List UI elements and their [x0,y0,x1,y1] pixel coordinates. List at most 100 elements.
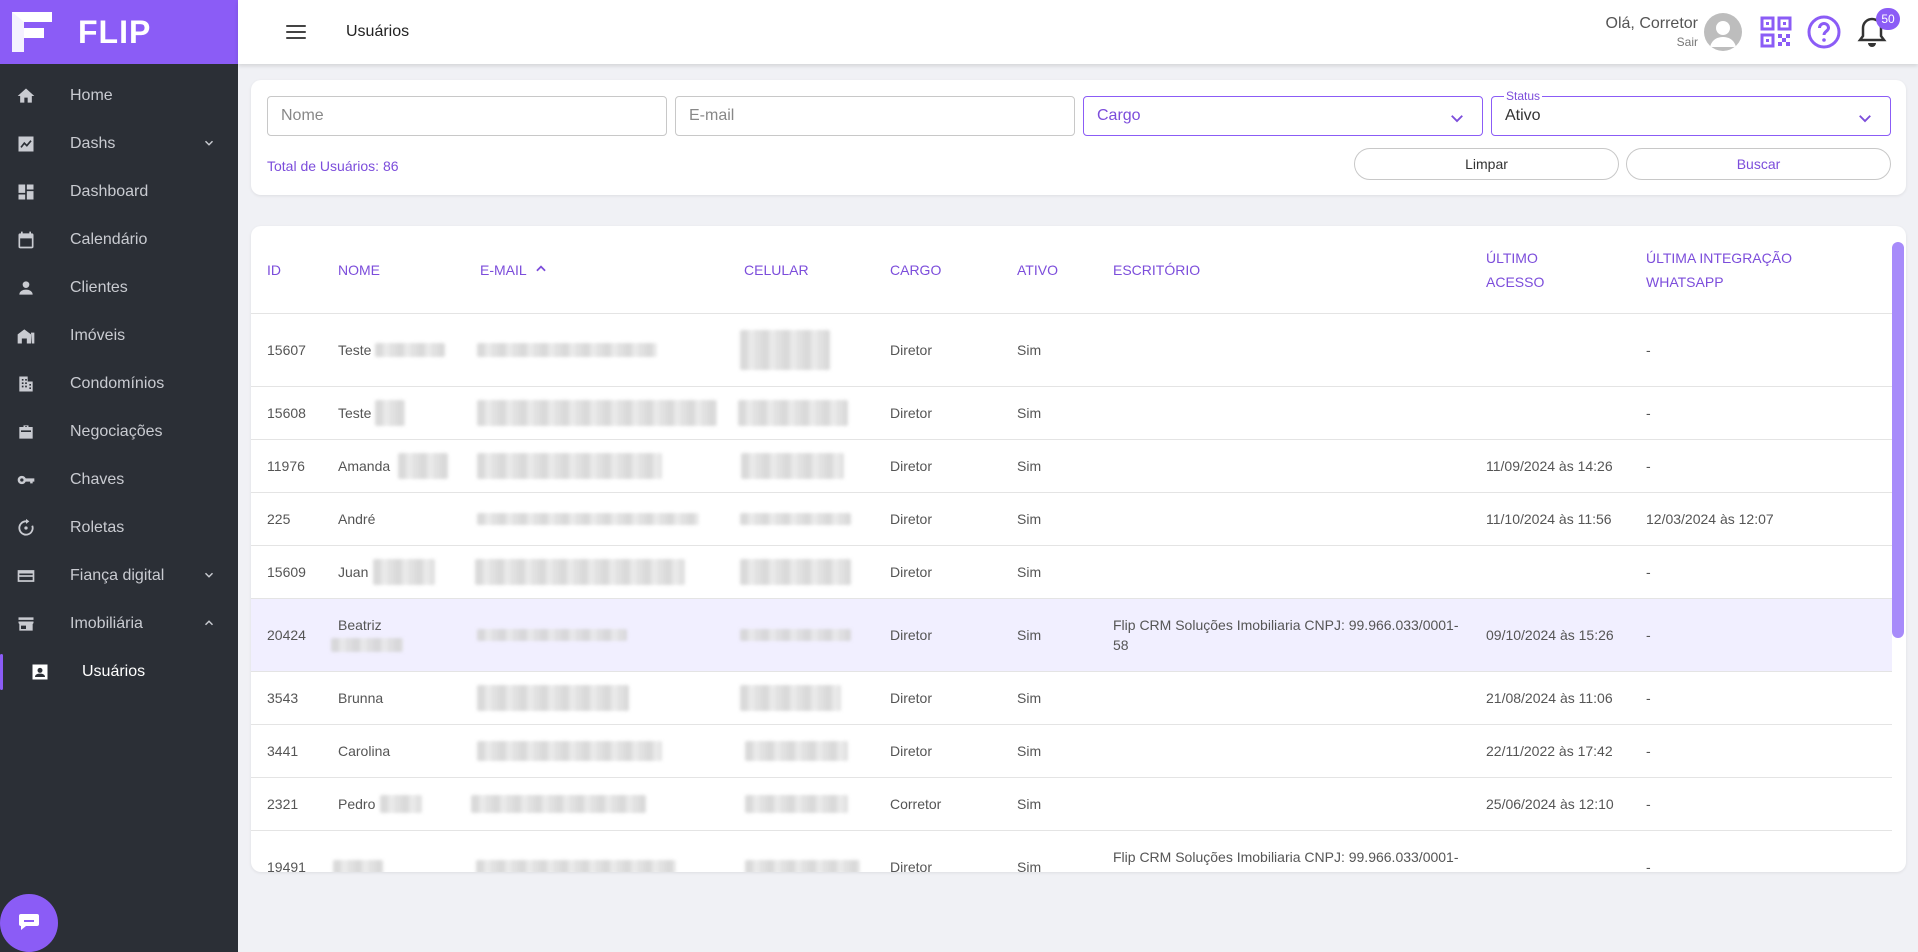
sidebar-item-dashboard[interactable]: Dashboard [0,168,238,216]
sidebar-item-dashs[interactable]: Dashs [0,120,238,168]
sidebar: FLIP Home Dashs Dashboard Calendário Cli… [0,0,238,952]
sidebar-item-home[interactable]: Home [0,72,238,120]
redacted-email [477,741,662,761]
table-row[interactable]: 20424 Beatriz Diretor Sim Flip CRM Soluç… [251,599,1892,672]
cell-id: 19491 [267,859,306,872]
redacted-text [375,400,405,426]
sidebar-item-label: Dashboard [70,183,149,200]
redacted-email [476,860,676,872]
sidebar-item-condominios[interactable]: Condomínios [0,360,238,408]
cell-nome: Carolina [338,743,391,759]
logout-link[interactable]: Sair [1606,35,1698,49]
greeting-text: Olá, Corretor [1605,15,1698,32]
cell-escritorio: Flip CRM Soluções Imobiliaria CNPJ: 99.9… [1113,617,1459,653]
briefcase-icon [16,422,36,442]
sidebar-item-label: Fiança digital [70,567,165,584]
sidebar-item-imobiliaria[interactable]: Imobiliária [0,600,238,648]
table-row[interactable]: 3543 Brunna Diretor Sim 21/08/2024 às 11… [251,672,1892,725]
table-row[interactable]: 3441 Carolina Diretor Sim 22/11/2022 às … [251,725,1892,778]
cell-whatsapp: - [1646,458,1651,474]
cell-ultimo-acesso: 25/06/2024 às 12:10 [1486,796,1614,812]
chat-icon [17,909,41,938]
col-nome[interactable]: NOME [338,258,380,282]
cell-ativo: Sim [1017,342,1042,358]
table-row[interactable]: 2321 Pedro Corretor Sim 25/06/2024 às 12… [251,778,1892,831]
col-escritorio[interactable]: ESCRITÓRIO [1113,258,1200,282]
status-value: Ativo [1505,107,1541,124]
sidebar-item-calendario[interactable]: Calendário [0,216,238,264]
sort-asc-icon [534,259,548,283]
col-cargo[interactable]: CARGO [890,258,941,282]
users-table: ID NOME E-MAIL CELULAR CARGO ATIVO ESCRI… [251,226,1906,872]
col-ultimo-acesso[interactable]: ÚLTIMO ACESSO [1486,246,1544,294]
cell-id: 11976 [267,458,305,474]
col-integracao-line2: WHATSAPP [1646,274,1724,290]
table-row[interactable]: 15609 Juan Diretor Sim - [251,546,1892,599]
cell-ativo: Sim [1017,796,1042,812]
clear-button[interactable]: Limpar [1354,148,1619,180]
sidebar-item-label: Calendário [70,231,148,248]
redacted-email [477,400,717,426]
name-input[interactable]: Nome [267,96,667,136]
redacted-email [477,453,662,479]
chevron-up-icon [202,616,216,635]
sidebar-item-negociacoes[interactable]: Negociações [0,408,238,456]
redacted-phone [740,559,851,585]
col-celular[interactable]: CELULAR [744,258,809,282]
cell-nome: Juan [338,564,369,580]
scrollbar[interactable] [1892,234,1906,872]
logo[interactable]: FLIP [0,0,238,64]
table-row[interactable]: 15607 Teste Diretor Sim - [251,314,1892,387]
chevron-down-icon [1448,109,1466,132]
sidebar-item-imoveis[interactable]: Imóveis [0,312,238,360]
table-row[interactable]: 19491 Diretor Sim Flip CRM Soluções Imob… [251,831,1892,872]
sidebar-item-label: Negociações [70,423,163,440]
filter-panel: Nome E-mail Cargo Status Ativo Total de … [251,80,1906,195]
cargo-select[interactable]: Cargo [1083,96,1483,136]
col-id[interactable]: ID [267,258,281,282]
status-select[interactable]: Status Ativo [1491,89,1891,136]
menu-icon[interactable] [286,25,306,39]
table-row[interactable]: 225 André Diretor Sim 11/10/2024 às 11:5… [251,493,1892,546]
email-input[interactable]: E-mail [675,96,1075,136]
dashboard-icon [16,182,36,202]
bell-icon[interactable]: 50 [1854,8,1900,50]
table-row[interactable]: 15608 Teste Diretor Sim - [251,387,1892,440]
cell-cargo: Diretor [890,564,933,580]
cell-nome: Amanda [338,458,391,474]
col-ativo[interactable]: ATIVO [1017,258,1058,282]
col-ultimo-acesso-line1: ÚLTIMO [1486,250,1538,266]
qr-code-icon[interactable] [1758,14,1794,50]
home-icon [16,86,36,106]
sidebar-item-clientes[interactable]: Clientes [0,264,238,312]
notification-badge: 50 [1876,8,1900,30]
cell-id: 3441 [267,743,299,759]
chart-icon [16,134,36,154]
redacted-text [331,638,403,652]
avatar[interactable] [1704,13,1742,51]
redacted-text [380,795,422,813]
cell-id: 15609 [267,564,306,580]
table-row[interactable]: 11976 Amanda Diretor Sim 11/09/2024 às 1… [251,440,1892,493]
cell-ultimo-acesso: 11/09/2024 às 14:26 [1486,458,1613,474]
sidebar-item-roletas[interactable]: Roletas [0,504,238,552]
cell-id: 20424 [267,627,306,643]
cell-ativo: Sim [1017,511,1042,527]
cell-id: 15608 [267,405,306,421]
col-email[interactable]: E-MAIL [480,258,548,283]
table-header: ID NOME E-MAIL CELULAR CARGO ATIVO ESCRI… [251,226,1892,314]
sidebar-item-usuarios[interactable]: Usuários [0,648,238,696]
scrollbar-thumb[interactable] [1892,242,1904,638]
sidebar-item-fianca-digital[interactable]: Fiança digital [0,552,238,600]
cell-id: 225 [267,511,291,527]
sidebar-item-label: Home [70,87,113,104]
help-icon[interactable] [1806,14,1842,50]
sidebar-item-chaves[interactable]: Chaves [0,456,238,504]
search-button[interactable]: Buscar [1626,148,1891,180]
sidebar-item-label: Clientes [70,279,128,296]
col-ultima-integracao[interactable]: ÚLTIMA INTEGRAÇÃO WHATSAPP [1646,246,1792,294]
redacted-email [471,795,646,813]
cell-cargo: Corretor [890,796,942,812]
chat-button[interactable] [0,894,58,952]
sidebar-item-label: Roletas [70,519,125,536]
